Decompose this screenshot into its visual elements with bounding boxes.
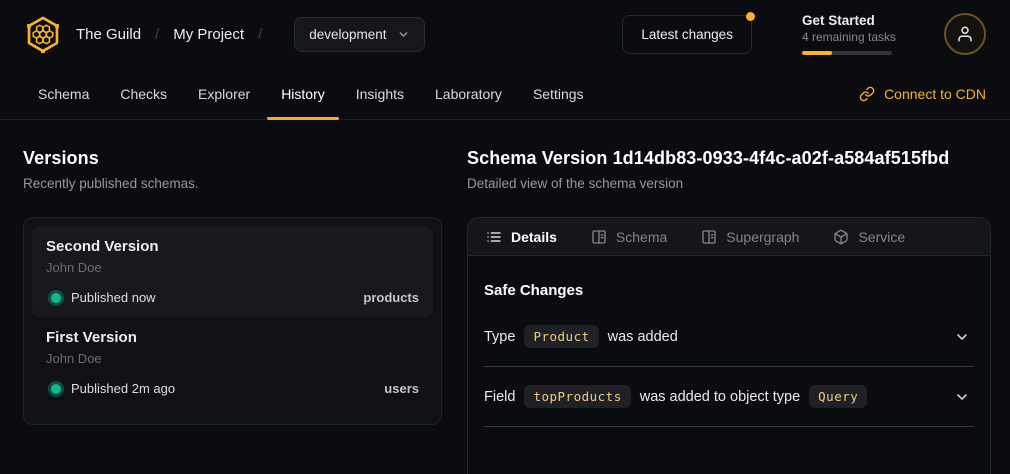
- versions-list: Second Version John Doe Published now produ…: [23, 217, 442, 425]
- versions-title: Versions: [23, 148, 442, 169]
- environment-select-value: development: [309, 27, 386, 42]
- tab-explorer[interactable]: Explorer: [184, 68, 264, 119]
- version-detail-tabs: Details Schema Supergraph Service: [468, 218, 990, 256]
- get-started-widget[interactable]: Get Started 4 remaining tasks: [802, 13, 896, 55]
- change-text: Type: [484, 329, 515, 345]
- code-chip: Query: [809, 385, 867, 408]
- changes-list: Type Product was added Field topProducts was …: [484, 307, 974, 427]
- published-status-label: Published 2m ago: [71, 381, 175, 396]
- connect-to-cdn-link[interactable]: Connect to CDN: [845, 68, 1000, 119]
- person-icon: [956, 25, 974, 43]
- get-started-progress: [802, 51, 892, 55]
- breadcrumb-separator: /: [258, 26, 262, 43]
- change-description: Field topProducts was added to object type…: [484, 385, 867, 408]
- columns-icon: [591, 229, 607, 245]
- published-status-label: Published now: [71, 290, 156, 305]
- change-description: Type Product was added: [484, 325, 678, 348]
- guild-logo-icon[interactable]: [24, 15, 62, 53]
- published-status-dot: [51, 384, 61, 394]
- version-name: Second Version: [46, 238, 419, 255]
- safe-changes-heading: Safe Changes: [484, 282, 974, 299]
- get-started-subtitle: 4 remaining tasks: [802, 30, 896, 44]
- code-chip: Product: [524, 325, 598, 348]
- version-item[interactable]: First Version John Doe Published 2m ago use…: [32, 317, 433, 408]
- detail-tab-label: Schema: [616, 229, 667, 245]
- chevron-down-icon: [397, 28, 410, 41]
- list-icon: [486, 229, 502, 245]
- primary-nav: SchemaChecksExplorerHistoryInsightsLabor…: [0, 68, 1010, 120]
- version-detail-panel: Details Schema Supergraph Service Safe Chan…: [467, 217, 991, 474]
- link-icon: [859, 86, 875, 102]
- service-name: users: [384, 381, 419, 396]
- main-content: Versions Recently published schemas. Sec…: [0, 120, 1010, 474]
- latest-changes-button[interactable]: Latest changes: [622, 15, 752, 54]
- notification-dot: [746, 12, 755, 21]
- connect-to-cdn-label: Connect to CDN: [884, 86, 986, 102]
- versions-column: Versions Recently published schemas. Sec…: [23, 140, 442, 474]
- primary-nav-tabs: SchemaChecksExplorerHistoryInsightsLabor…: [24, 68, 601, 119]
- tab-schema[interactable]: Schema: [24, 68, 103, 119]
- tab-checks[interactable]: Checks: [106, 68, 181, 119]
- get-started-title: Get Started: [802, 13, 896, 28]
- version-detail-body: Safe Changes Type Product was added Fieldto…: [468, 256, 990, 427]
- environment-select[interactable]: development: [294, 17, 424, 52]
- version-meta-row: Published 2m ago users: [46, 381, 419, 396]
- chevron-down-icon: [954, 389, 970, 405]
- user-avatar[interactable]: [944, 13, 986, 55]
- detail-tab-details[interactable]: Details: [486, 229, 557, 245]
- detail-tab-label: Supergraph: [726, 229, 799, 245]
- schema-version-subtitle: Detailed view of the schema version: [467, 176, 991, 191]
- version-author: John Doe: [46, 260, 419, 275]
- breadcrumb-org[interactable]: The Guild: [76, 26, 141, 43]
- tab-laboratory[interactable]: Laboratory: [421, 68, 516, 119]
- chevron-down-icon: [954, 329, 970, 345]
- expand-change-button[interactable]: [952, 387, 972, 407]
- version-meta-row: Published now products: [46, 290, 419, 305]
- version-item[interactable]: Second Version John Doe Published now produ…: [32, 226, 433, 317]
- change-text: was added: [608, 329, 678, 345]
- latest-changes-label: Latest changes: [641, 27, 733, 42]
- tab-history[interactable]: History: [267, 68, 339, 119]
- service-name: products: [363, 290, 419, 305]
- code-chip: topProducts: [524, 385, 630, 408]
- tab-insights[interactable]: Insights: [342, 68, 418, 119]
- detail-tab-supergraph[interactable]: Supergraph: [701, 229, 799, 245]
- version-name: First Version: [46, 329, 419, 346]
- cube-icon: [833, 229, 849, 245]
- expand-change-button[interactable]: [952, 327, 972, 347]
- version-author: John Doe: [46, 351, 419, 366]
- change-text: Field: [484, 389, 515, 405]
- detail-tab-label: Details: [511, 229, 557, 245]
- versions-subtitle: Recently published schemas.: [23, 176, 442, 191]
- detail-tab-label: Service: [858, 229, 905, 245]
- version-detail-column: Schema Version 1d14db83-0933-4f4c-a02f-a…: [467, 140, 991, 474]
- change-row[interactable]: Field topProducts was added to object type…: [484, 367, 974, 427]
- schema-version-title: Schema Version 1d14db83-0933-4f4c-a02f-a…: [467, 148, 991, 169]
- top-header: The Guild / My Project / development Lat…: [0, 0, 1010, 68]
- published-status-dot: [51, 293, 61, 303]
- change-row[interactable]: Type Product was added: [484, 307, 974, 367]
- detail-tab-service[interactable]: Service: [833, 229, 905, 245]
- get-started-progress-fill: [802, 51, 832, 55]
- breadcrumb-project[interactable]: My Project: [173, 26, 244, 43]
- change-text: was added to object type: [640, 389, 800, 405]
- columns-icon: [701, 229, 717, 245]
- breadcrumb-separator: /: [155, 26, 159, 43]
- tab-settings[interactable]: Settings: [519, 68, 598, 119]
- detail-tab-schema[interactable]: Schema: [591, 229, 667, 245]
